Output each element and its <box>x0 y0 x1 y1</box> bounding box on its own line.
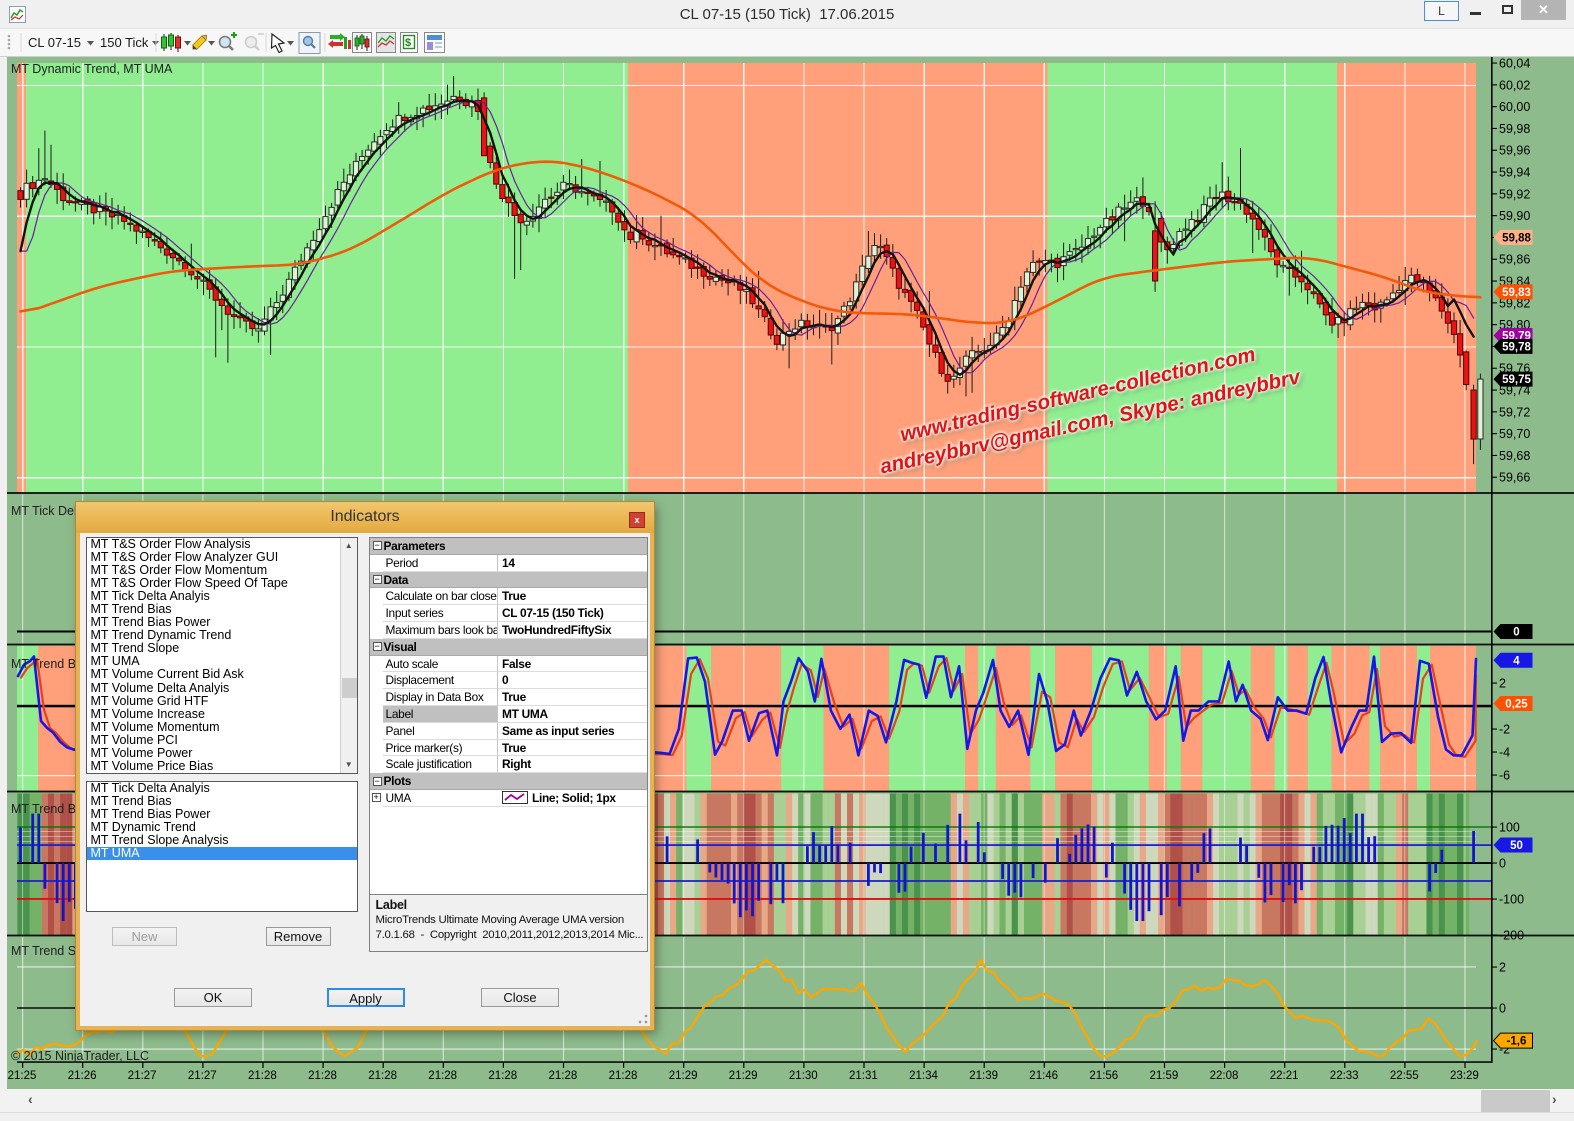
svg-text:© 2015 NinjaTrader, LLC: © 2015 NinjaTrader, LLC <box>11 1049 149 1063</box>
svg-text:-100: -100 <box>1499 893 1524 907</box>
svg-text:21:56: 21:56 <box>1089 1070 1118 1082</box>
svg-text:60,02: 60,02 <box>1499 78 1530 92</box>
svg-text:59,88: 59,88 <box>1502 232 1531 244</box>
svg-text:21:59: 21:59 <box>1150 1070 1179 1082</box>
svg-text:150 Tick: 150 Tick <box>100 35 149 50</box>
svg-text:0: 0 <box>1513 627 1519 639</box>
svg-text:21:25: 21:25 <box>8 1070 37 1082</box>
svg-text:100: 100 <box>1499 821 1520 835</box>
svg-text:23:29: 23:29 <box>1450 1070 1479 1082</box>
svg-text:-4: -4 <box>1499 746 1510 760</box>
svg-text:0: 0 <box>1499 857 1506 871</box>
svg-text:21:28: 21:28 <box>488 1070 517 1082</box>
svg-text:21:31: 21:31 <box>849 1070 878 1082</box>
svg-text:21:28: 21:28 <box>609 1070 638 1082</box>
svg-text:21:29: 21:29 <box>729 1070 758 1082</box>
svg-text:CL 07-15: CL 07-15 <box>28 35 81 50</box>
svg-text:59,98: 59,98 <box>1499 122 1530 136</box>
svg-text:59,90: 59,90 <box>1499 209 1530 223</box>
svg-text:21:26: 21:26 <box>68 1070 97 1082</box>
svg-text:0,25: 0,25 <box>1505 699 1528 711</box>
svg-text:-200: -200 <box>1499 929 1524 943</box>
svg-text:59,72: 59,72 <box>1499 405 1530 419</box>
svg-text:60,00: 60,00 <box>1499 100 1530 114</box>
svg-text:2: 2 <box>1499 961 1506 975</box>
svg-text:60,04: 60,04 <box>1499 57 1530 71</box>
svg-text:21:30: 21:30 <box>789 1070 818 1082</box>
svg-text:21:28: 21:28 <box>428 1070 457 1082</box>
svg-text:21:34: 21:34 <box>909 1070 938 1082</box>
svg-text:22:33: 22:33 <box>1330 1070 1359 1082</box>
svg-text:21:29: 21:29 <box>669 1070 698 1082</box>
svg-text:MT Dynamic Trend, MT UMA: MT Dynamic Trend, MT UMA <box>11 62 173 76</box>
svg-text:$: $ <box>405 37 411 49</box>
svg-text:59,86: 59,86 <box>1499 253 1530 267</box>
svg-text:59,78: 59,78 <box>1502 341 1531 353</box>
svg-text:21:27: 21:27 <box>188 1070 217 1082</box>
svg-text:21:28: 21:28 <box>368 1070 397 1082</box>
svg-text:59,92: 59,92 <box>1499 187 1530 201</box>
svg-text:21:27: 21:27 <box>128 1070 157 1082</box>
svg-text:2: 2 <box>1499 677 1506 691</box>
svg-text:-1,6: -1,6 <box>1507 1036 1527 1048</box>
svg-text:50: 50 <box>1510 840 1523 852</box>
svg-text:59,96: 59,96 <box>1499 144 1530 158</box>
svg-text:59,68: 59,68 <box>1499 449 1530 463</box>
svg-text:59,83: 59,83 <box>1502 287 1531 299</box>
svg-text:-6: -6 <box>1499 769 1510 783</box>
svg-text:21:39: 21:39 <box>969 1070 998 1082</box>
svg-text:0: 0 <box>1499 1002 1506 1016</box>
svg-text:21:28: 21:28 <box>248 1070 277 1082</box>
svg-text:59,70: 59,70 <box>1499 427 1530 441</box>
svg-text:59,66: 59,66 <box>1499 471 1530 485</box>
svg-text:22:55: 22:55 <box>1390 1070 1419 1082</box>
svg-text:21:28: 21:28 <box>308 1070 337 1082</box>
svg-text:22:21: 22:21 <box>1270 1070 1299 1082</box>
svg-text:59,75: 59,75 <box>1502 374 1531 386</box>
svg-text:-2: -2 <box>1499 723 1510 737</box>
svg-text:21:46: 21:46 <box>1029 1070 1058 1082</box>
svg-text:4: 4 <box>1513 655 1520 667</box>
svg-text:22:08: 22:08 <box>1210 1070 1239 1082</box>
svg-text:21:28: 21:28 <box>549 1070 578 1082</box>
svg-text:59,94: 59,94 <box>1499 166 1530 180</box>
